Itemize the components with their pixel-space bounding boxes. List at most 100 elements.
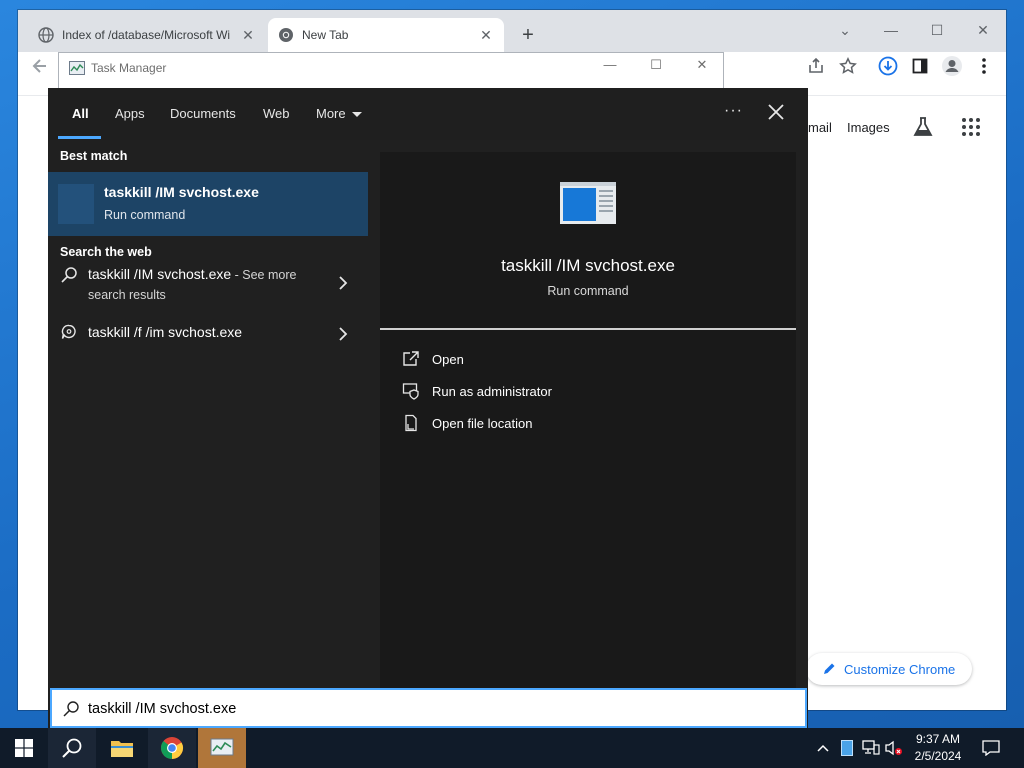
customize-chrome-label: Customize Chrome xyxy=(844,661,956,677)
preview-divider xyxy=(380,328,796,330)
file-location-icon xyxy=(405,414,417,432)
best-match-title: taskkill /IM svchost.exe xyxy=(104,184,259,200)
chrome-icon xyxy=(160,737,183,759)
network-icon xyxy=(862,740,880,755)
notifications-button[interactable] xyxy=(981,738,1001,758)
bookmark-button[interactable] xyxy=(836,54,860,78)
chrome-tab-title: New Tab xyxy=(302,28,349,42)
chevron-right-icon[interactable] xyxy=(338,327,348,341)
search-web-heading: Search the web xyxy=(60,245,152,259)
chevron-right-icon[interactable] xyxy=(338,276,348,290)
globe-icon xyxy=(38,27,54,43)
close-window-button[interactable]: ✕ xyxy=(968,16,998,44)
star-icon xyxy=(839,57,857,74)
task-manager-window[interactable]: Task Manager — ☐ ✕ xyxy=(58,52,724,92)
windows-logo-icon xyxy=(15,739,33,757)
tab-all[interactable]: All xyxy=(72,106,89,121)
labs-button[interactable] xyxy=(912,116,934,141)
active-tab-indicator xyxy=(58,136,101,139)
close-tab-icon[interactable]: ✕ xyxy=(240,27,256,44)
minimize-button[interactable]: — xyxy=(595,57,625,72)
clock-time: 9:37 AM xyxy=(915,732,961,746)
side-panel-button[interactable] xyxy=(908,54,932,78)
back-button[interactable] xyxy=(28,54,52,78)
avatar-icon xyxy=(942,56,962,76)
tab-apps[interactable]: Apps xyxy=(115,106,145,121)
search-icon xyxy=(63,701,79,717)
chrome-menu-button[interactable] xyxy=(972,54,996,78)
web-result-item[interactable]: taskkill /IM svchost.exe - See more sear… xyxy=(48,266,368,316)
web-result-item[interactable]: taskkill /f /im svchost.exe xyxy=(48,322,368,346)
search-panel: All Apps Documents Web More ··· Best mat… xyxy=(48,88,808,728)
tray-app-button[interactable] xyxy=(837,738,857,758)
apps-grid-icon xyxy=(962,118,980,136)
best-match-heading: Best match xyxy=(60,149,128,163)
network-button[interactable] xyxy=(861,738,881,758)
chrome-logo-icon xyxy=(279,28,293,42)
more-options-icon[interactable]: ··· xyxy=(724,102,743,120)
taskbar-file-explorer[interactable] xyxy=(98,728,146,768)
share-button[interactable] xyxy=(804,54,828,78)
preview-title: taskkill /IM svchost.exe xyxy=(501,256,675,275)
chevron-up-icon xyxy=(817,744,829,752)
search-box[interactable] xyxy=(50,688,807,728)
run-command-icon xyxy=(58,184,94,224)
search-filter-tabs: All Apps Documents Web More ··· xyxy=(48,88,808,140)
tab-documents[interactable]: Documents xyxy=(170,106,236,121)
task-manager-title: Task Manager xyxy=(91,61,167,75)
action-run-as-administrator[interactable]: Run as administrator xyxy=(400,382,700,404)
search-icon xyxy=(62,738,82,758)
taskbar-search-button[interactable] xyxy=(48,728,96,768)
web-result-suffix: - See more xyxy=(231,268,297,282)
side-panel-icon xyxy=(912,58,928,74)
pencil-icon xyxy=(824,663,835,674)
taskbar-task-manager[interactable] xyxy=(198,728,246,768)
maximize-button[interactable]: ☐ xyxy=(641,57,671,73)
minimize-button[interactable]: — xyxy=(876,16,906,44)
new-tab-button[interactable]: + xyxy=(518,24,538,48)
action-label: Open xyxy=(432,352,464,367)
volume-muted-icon xyxy=(885,740,902,756)
results-list: Best match taskkill /IM svchost.exe Run … xyxy=(48,140,372,688)
flask-icon xyxy=(913,117,933,136)
clock[interactable]: 9:37 AM 2/5/2024 xyxy=(904,731,972,765)
run-command-app-icon xyxy=(560,182,616,224)
start-button[interactable] xyxy=(0,728,48,768)
close-icon[interactable] xyxy=(764,100,788,124)
action-label: Open file location xyxy=(432,416,533,431)
volume-button[interactable] xyxy=(884,738,904,758)
chrome-tab-title: Index of /database/Microsoft Wi xyxy=(62,28,231,42)
chrome-tab-new-tab[interactable]: New Tab ✕ xyxy=(268,18,504,52)
apps-button[interactable] xyxy=(961,117,981,140)
action-label: Run as administrator xyxy=(432,384,552,399)
show-hidden-icons-button[interactable] xyxy=(813,738,833,758)
customize-chrome-button[interactable]: Customize Chrome xyxy=(806,653,972,685)
close-tab-icon[interactable]: ✕ xyxy=(478,27,494,44)
tab-more-label: More xyxy=(316,106,346,121)
best-match-item[interactable]: taskkill /IM svchost.exe Run command xyxy=(48,172,368,236)
close-window-button[interactable]: ✕ xyxy=(687,57,717,73)
taskbar-chrome[interactable] xyxy=(148,728,196,768)
downloads-button[interactable] xyxy=(876,54,900,78)
shield-icon xyxy=(402,383,419,400)
download-icon xyxy=(878,56,898,76)
file-explorer-icon xyxy=(111,741,133,757)
caret-down-icon xyxy=(351,112,362,118)
notification-icon xyxy=(982,740,1000,756)
action-open[interactable]: Open xyxy=(400,350,700,372)
gmail-link[interactable]: mail xyxy=(808,120,832,135)
search-icon xyxy=(61,267,77,283)
tab-web[interactable]: Web xyxy=(263,106,290,121)
chrome-tab-index[interactable]: Index of /database/Microsoft Wi ✕ xyxy=(28,18,266,52)
back-arrow-icon xyxy=(32,59,46,73)
tab-more[interactable]: More xyxy=(316,106,362,121)
search-input[interactable] xyxy=(88,698,768,720)
tab-search-chevron-icon[interactable]: ⌄ xyxy=(830,16,860,44)
action-open-file-location[interactable]: Open file location xyxy=(400,414,700,436)
maximize-button[interactable]: ☐ xyxy=(922,16,952,44)
open-icon xyxy=(403,351,419,366)
profile-button[interactable] xyxy=(940,54,964,78)
images-link[interactable]: Images xyxy=(847,120,890,135)
web-result-text: taskkill /IM svchost.exe - See more xyxy=(88,266,296,282)
web-result-query: taskkill /IM svchost.exe xyxy=(88,266,232,282)
